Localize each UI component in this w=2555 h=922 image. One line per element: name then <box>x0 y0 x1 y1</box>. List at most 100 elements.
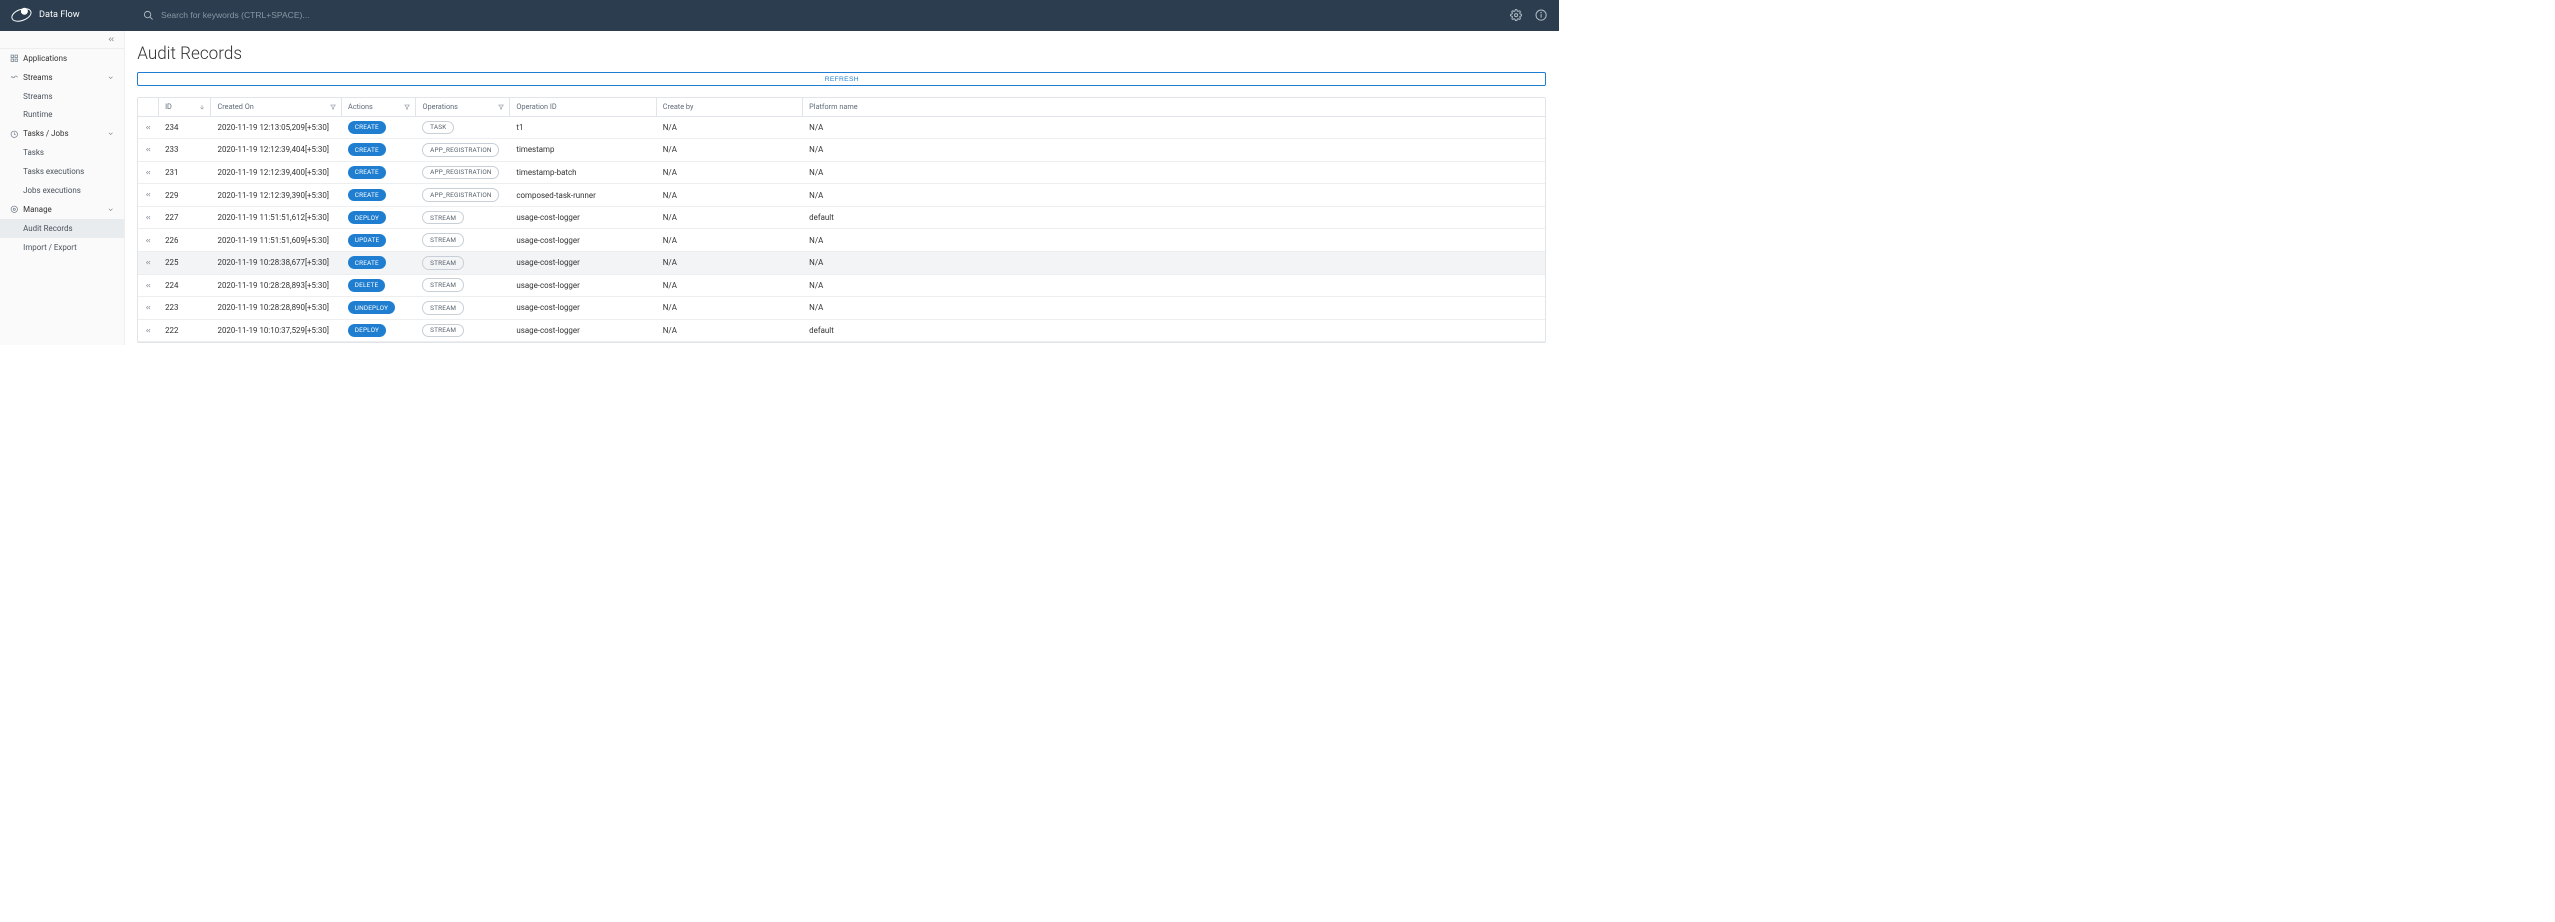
cell-created-on: 2020-11-19 12:13:05,209[+5:30] <box>211 117 342 139</box>
table-row[interactable]: 2332020-11-19 12:12:39,404[+5:30]CREATEA… <box>138 139 1545 162</box>
operation-badge: STREAM <box>422 324 463 338</box>
cell-created-on: 2020-11-19 10:28:38,677[+5:30] <box>211 252 342 274</box>
cell-created-on: 2020-11-19 12:12:39,404[+5:30] <box>211 139 342 161</box>
cell-operation-id: composed-task-runner <box>510 184 656 206</box>
cell-id: 222 <box>159 320 211 342</box>
cell-operation-id: usage-cost-logger <box>510 207 656 229</box>
sidebar-collapse[interactable] <box>0 31 124 49</box>
table-row[interactable]: 2252020-11-19 10:28:38,677[+5:30] CREATE S… <box>138 252 1545 275</box>
settings-icon[interactable] <box>1510 9 1522 21</box>
expand-row-button[interactable] <box>138 229 159 251</box>
header-actions <box>1498 9 1548 21</box>
col-operation-id-label: Operation ID <box>516 102 556 111</box>
cell-created-on: 2020-11-19 10:10:37,529[+5:30] <box>211 320 342 342</box>
sidebar-item-manage[interactable]: Manage <box>0 200 124 219</box>
cell-action: DEPLOY <box>342 207 416 229</box>
col-id[interactable]: ID <box>159 98 211 115</box>
main-content: Audit Records REFRESH ID Created On Acti… <box>125 31 1559 346</box>
sidebar-subitem-runtime[interactable]: Runtime <box>0 106 124 125</box>
col-create-by[interactable]: Create by <box>657 98 803 115</box>
cell-operation-id: usage-cost-logger <box>510 297 656 319</box>
expand-row-button[interactable] <box>138 162 159 184</box>
sidebar-item-label: Applications <box>23 54 114 63</box>
cell-operation: APP_REGISTRATION <box>416 162 510 184</box>
table-row[interactable]: 2292020-11-19 12:12:39,390[+5:30]CREATEA… <box>138 184 1545 207</box>
col-platform-name[interactable]: Platform name <box>803 98 1545 115</box>
search-icon <box>143 10 154 21</box>
cell-platform-name: N/A <box>803 139 1545 161</box>
cell-action: CREATE <box>342 252 416 274</box>
sidebar-subitem-tasks[interactable]: Tasks <box>0 143 124 162</box>
cell-id: 227 <box>159 207 211 229</box>
sidebar-subitem-import-export[interactable]: Import / Export <box>0 238 124 257</box>
table-row[interactable]: 2222020-11-19 10:10:37,529[+5:30]DEPLOYS… <box>138 320 1545 343</box>
global-search[interactable] <box>124 10 1497 21</box>
table-row[interactable]: 2232020-11-19 10:28:28,890[+5:30]UNDEPLO… <box>138 297 1545 320</box>
filter-icon[interactable] <box>498 104 504 110</box>
cell-created-on: 2020-11-19 12:12:39,390[+5:30] <box>211 184 342 206</box>
cell-id: 229 <box>159 184 211 206</box>
app-title: Data Flow <box>39 10 80 20</box>
logo-area[interactable]: Data Flow <box>11 9 124 21</box>
cell-created-on: 2020-11-19 11:51:51,612[+5:30] <box>211 207 342 229</box>
cell-action: DELETE <box>342 275 416 297</box>
expand-row-button[interactable] <box>138 252 159 274</box>
expand-row-button[interactable] <box>138 297 159 319</box>
cell-action: CREATE <box>342 162 416 184</box>
filter-icon[interactable] <box>330 104 336 110</box>
table-row[interactable]: 2342020-11-19 12:13:05,209[+5:30]CREATET… <box>138 117 1545 140</box>
cell-operation-id: timestamp <box>510 139 656 161</box>
sidebar: ApplicationsStreamsStreamsRuntimeTasks /… <box>0 31 125 346</box>
cell-operation-id: usage-cost-logger <box>510 320 656 342</box>
expand-row-button[interactable] <box>138 139 159 161</box>
cell-create-by: N/A <box>657 139 803 161</box>
sidebar-subitem-tasks-executions[interactable]: Tasks executions <box>0 162 124 181</box>
expand-row-button[interactable] <box>138 320 159 342</box>
action-badge: CREATE <box>348 189 385 202</box>
table-row[interactable]: 2262020-11-19 11:51:51,609[+5:30]UPDATES… <box>138 229 1545 252</box>
sidebar-item-label: Tasks / Jobs <box>23 129 107 138</box>
operation-badge: TASK <box>422 121 454 135</box>
cell-id: 225 <box>159 252 211 274</box>
table-header-row: ID Created On Actions Operations Operati… <box>138 98 1545 116</box>
operation-badge: APP_REGISTRATION <box>422 166 499 180</box>
refresh-button[interactable]: REFRESH <box>137 72 1546 86</box>
col-created-on[interactable]: Created On <box>211 98 342 115</box>
cell-operation: STREAM <box>416 252 510 274</box>
sidebar-item-tasks-jobs[interactable]: Tasks / Jobs <box>0 124 124 143</box>
expand-row-button[interactable] <box>138 275 159 297</box>
filter-icon[interactable] <box>404 104 410 110</box>
table-row[interactable]: 2312020-11-19 12:12:39,400[+5:30]CREATEA… <box>138 162 1545 185</box>
expand-row-button[interactable] <box>138 117 159 139</box>
col-actions[interactable]: Actions <box>342 98 416 115</box>
cell-action: CREATE <box>342 139 416 161</box>
action-badge: CREATE <box>348 256 385 269</box>
cell-id: 233 <box>159 139 211 161</box>
sidebar-item-streams[interactable]: Streams <box>0 68 124 87</box>
operation-badge: STREAM <box>422 211 463 225</box>
col-operation-id[interactable]: Operation ID <box>510 98 656 115</box>
col-operations[interactable]: Operations <box>416 98 510 115</box>
cell-id: 224 <box>159 275 211 297</box>
collapse-icon <box>107 35 116 44</box>
cell-action: CREATE <box>342 184 416 206</box>
info-icon[interactable] <box>1535 9 1547 21</box>
cell-create-by: N/A <box>657 320 803 342</box>
expand-row-button[interactable] <box>138 207 159 229</box>
action-badge: CREATE <box>348 143 385 156</box>
sidebar-subitem-audit-records[interactable]: Audit Records <box>0 219 124 238</box>
table-row[interactable]: 2272020-11-19 11:51:51,612[+5:30]DEPLOY S… <box>138 207 1545 230</box>
expand-row-button[interactable] <box>138 184 159 206</box>
cell-create-by: N/A <box>657 275 803 297</box>
sidebar-subitem-jobs-executions[interactable]: Jobs executions <box>0 181 124 200</box>
search-input[interactable] <box>161 10 1498 20</box>
cell-platform-name: N/A <box>803 117 1545 139</box>
col-expand <box>138 98 159 115</box>
sidebar-subitem-streams[interactable]: Streams <box>0 87 124 106</box>
sidebar-item-label: Manage <box>23 205 107 214</box>
cell-create-by: N/A <box>657 229 803 251</box>
table-row[interactable]: 2242020-11-19 10:28:28,893[+5:30]DELETES… <box>138 275 1545 298</box>
sidebar-item-applications[interactable]: Applications <box>0 49 124 68</box>
cell-operation: STREAM <box>416 229 510 251</box>
sort-desc-icon <box>199 104 205 110</box>
